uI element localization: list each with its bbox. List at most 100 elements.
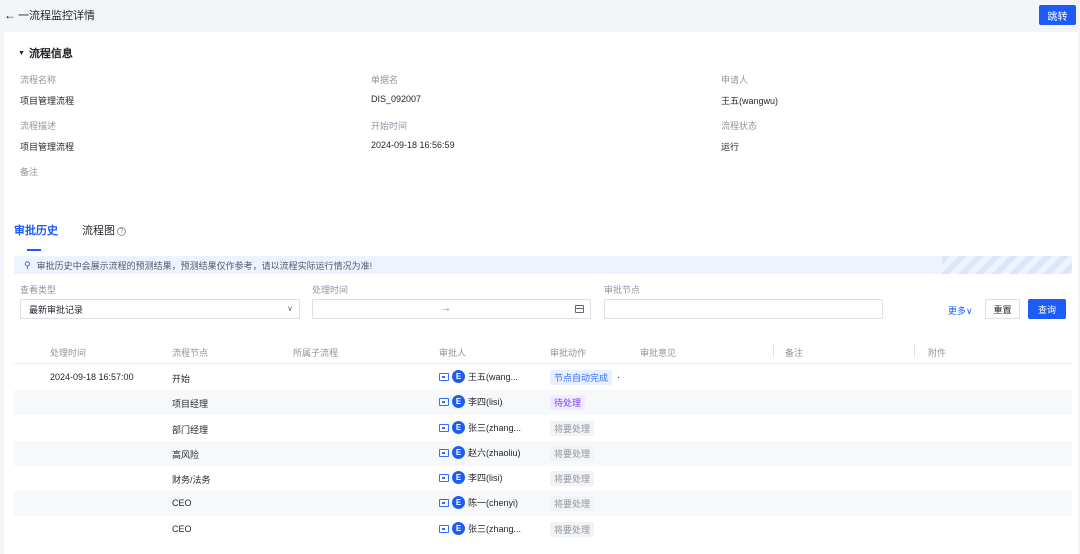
remark-label: 备注 xyxy=(20,167,39,177)
approver-name: 王五(wang... xyxy=(468,372,519,382)
applicant-value: 王五(wangwu) xyxy=(721,96,779,106)
avatar: E xyxy=(452,395,465,408)
process-name-value: 项目管理流程 xyxy=(20,96,75,106)
process-status-label: 流程状态 xyxy=(721,121,758,131)
doc-name-label: 单据名 xyxy=(371,75,399,85)
time-label: 处理时间 xyxy=(312,285,349,295)
col-action: 审批动作 xyxy=(550,348,587,358)
avatar: E xyxy=(452,471,465,484)
chevron-down-icon: ∨ xyxy=(287,304,293,313)
table-header: 处理时间 流程节点 所属子流程 审批人 审批动作 审批意见 备注 附件 xyxy=(14,340,1072,364)
view-type-select[interactable]: 最新审批记录 ∨ xyxy=(20,299,300,319)
id-card-icon[interactable] xyxy=(439,473,449,482)
process-info-title: 流程信息 xyxy=(28,48,73,60)
back-link[interactable]: ← 一流程监控详情 xyxy=(4,7,95,23)
row-approver: E 王五(wang... xyxy=(439,370,518,383)
view-type-value: 最新审批记录 xyxy=(29,304,84,315)
top-bar: ← 一流程监控详情 跳转 xyxy=(0,0,1080,30)
node-label: 审批节点 xyxy=(604,285,641,295)
node-input[interactable] xyxy=(604,299,883,319)
process-desc-label: 流程描述 xyxy=(20,121,57,131)
col-attachment: 附件 xyxy=(928,348,947,358)
col-node: 流程节点 xyxy=(172,348,209,358)
approver-name: 李四(lisi) xyxy=(468,397,503,407)
tab-approval-history[interactable]: 审批历史 xyxy=(14,222,58,251)
table-row[interactable]: CEO E 陈一(chenyi) 将要处理 xyxy=(14,491,1072,516)
avatar: E xyxy=(452,496,465,509)
view-type-label: 查看类型 xyxy=(20,285,57,295)
status-badge: 将要处理 xyxy=(550,446,595,461)
avatar: E xyxy=(452,421,465,434)
row-node: CEO xyxy=(172,498,192,508)
time-range-picker[interactable]: → xyxy=(312,299,591,319)
col-time: 处理时间 xyxy=(50,348,87,358)
row-node: 部门经理 xyxy=(172,425,209,435)
prediction-notice: ⚲ 审批历史中会展示流程的预测结果，预测结果仅作参考，请以流程实际运行情况为准! xyxy=(14,256,1072,274)
id-card-icon[interactable] xyxy=(439,372,449,381)
query-button[interactable]: 查询 xyxy=(1028,299,1066,319)
id-card-icon[interactable] xyxy=(439,423,449,432)
row-approver: E 李四(lisi) xyxy=(439,471,503,484)
col-remark: 备注 xyxy=(785,348,804,358)
id-card-icon[interactable] xyxy=(439,448,449,457)
col-opinion: 审批意见 xyxy=(640,348,677,358)
table-row[interactable]: 高风险 E 赵六(zhaoliu) 将要处理 xyxy=(14,441,1072,466)
jump-button[interactable]: 跳转 xyxy=(1039,5,1076,25)
table-row[interactable]: 财务/法务 E 李四(lisi) 将要处理 xyxy=(14,466,1072,491)
row-approver: E 李四(lisi) xyxy=(439,395,503,408)
row-node: 财务/法务 xyxy=(172,475,211,485)
approver-name: 张三(zhang... xyxy=(468,524,522,534)
approver-name: 张三(zhang... xyxy=(468,423,522,433)
status-badge: 待处理 xyxy=(550,395,586,410)
avatar: E xyxy=(452,446,465,459)
more-label: 更多 xyxy=(948,306,967,316)
process-desc-value: 项目管理流程 xyxy=(20,142,75,152)
id-card-icon[interactable] xyxy=(439,397,449,406)
col-subflow: 所属子流程 xyxy=(293,348,339,358)
status-badge: 将要处理 xyxy=(550,421,595,436)
start-time-label: 开始时间 xyxy=(371,121,408,131)
tab-flow-diagram[interactable]: 流程图? xyxy=(82,222,126,246)
more-filters-link[interactable]: 更多∨ xyxy=(948,304,973,317)
reset-button[interactable]: 重置 xyxy=(985,299,1020,319)
table-row[interactable]: CEO E 张三(zhang... 将要处理 xyxy=(14,517,1072,542)
status-badge: 将要处理 xyxy=(550,471,595,486)
tab-bar: 审批历史 流程图? xyxy=(14,222,126,251)
notice-text: 审批历史中会展示流程的预测结果，预测结果仅作参考，请以流程实际运行情况为准! xyxy=(36,260,373,271)
back-arrow-icon[interactable]: ← xyxy=(4,9,16,21)
id-card-icon[interactable] xyxy=(439,524,449,533)
range-arrow-icon: → xyxy=(441,303,451,314)
process-info-section-toggle[interactable]: ▼ 流程信息 xyxy=(18,45,73,61)
doc-name-value: DIS_092007 xyxy=(371,94,422,104)
help-icon[interactable]: ? xyxy=(117,227,126,236)
id-card-icon[interactable] xyxy=(439,498,449,507)
process-name-label: 流程名称 xyxy=(20,75,57,85)
tab-flow-diagram-label: 流程图 xyxy=(82,225,115,237)
row-opinion: . xyxy=(617,370,620,381)
process-status-value: 运行 xyxy=(721,142,740,152)
page-title: 一流程监控详情 xyxy=(18,10,95,22)
table-row[interactable]: 部门经理 E 张三(zhang... 将要处理 xyxy=(14,416,1072,441)
row-approver: E 张三(zhang... xyxy=(439,522,521,535)
row-node: 开始 xyxy=(172,374,191,384)
notice-decoration xyxy=(942,256,1072,274)
location-pin-icon: ⚲ xyxy=(24,259,31,270)
row-approver: E 赵六(zhaoliu) xyxy=(439,446,521,459)
start-time-value: 2024-09-18 16:56:59 xyxy=(371,140,455,150)
approver-name: 赵六(zhaoliu) xyxy=(468,448,521,458)
col-divider xyxy=(773,344,774,358)
table-row[interactable]: 项目经理 E 李四(lisi) 待处理 xyxy=(14,390,1072,415)
status-badge: 节点自动完成 xyxy=(550,370,613,385)
status-badge: 将要处理 xyxy=(550,496,595,511)
col-divider xyxy=(914,344,915,358)
avatar: E xyxy=(452,522,465,535)
table-row[interactable]: 2024-09-18 16:57:00 开始 E 王五(wang... 节点自动完… xyxy=(14,365,1072,390)
approver-name: 陈一(chenyi) xyxy=(468,498,519,508)
avatar: E xyxy=(452,370,465,383)
row-approver: E 张三(zhang... xyxy=(439,421,521,434)
approver-name: 李四(lisi) xyxy=(468,473,503,483)
status-badge: 将要处理 xyxy=(550,522,595,537)
row-node: 项目经理 xyxy=(172,399,209,409)
row-approver: E 陈一(chenyi) xyxy=(439,496,518,509)
calendar-icon xyxy=(575,305,584,313)
